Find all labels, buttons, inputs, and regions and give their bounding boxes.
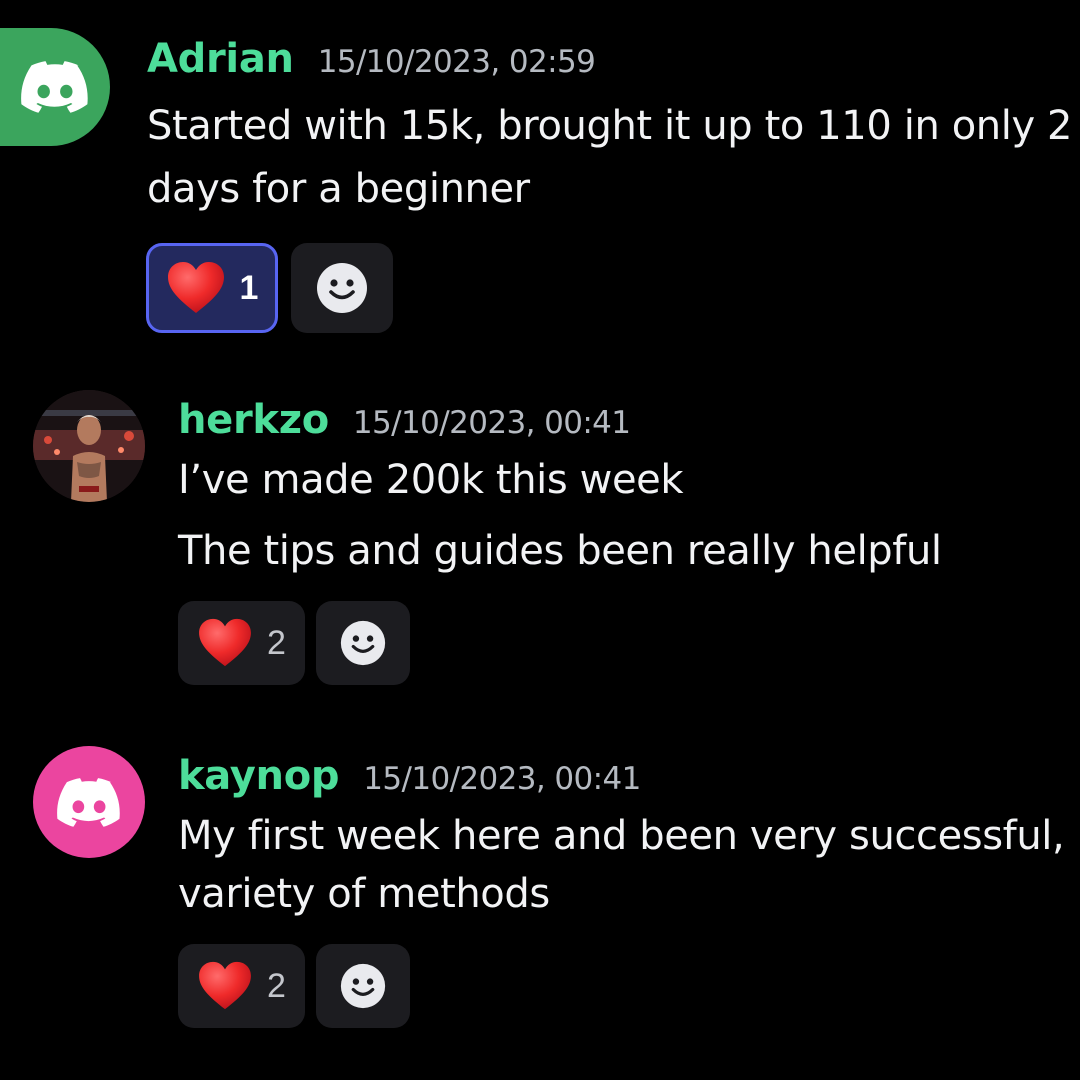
reaction-heart[interactable]: 2 bbox=[178, 601, 305, 685]
username[interactable]: kaynop bbox=[178, 753, 340, 799]
reaction-count: 2 bbox=[267, 623, 286, 662]
discord-logo-icon bbox=[57, 777, 120, 827]
message-text-line: My first week here and been very success… bbox=[178, 813, 1065, 859]
smiley-add-reaction-icon bbox=[340, 963, 386, 1009]
username[interactable]: Adrian bbox=[147, 36, 294, 82]
reaction-count: 1 bbox=[239, 268, 259, 307]
timestamp: 15/10/2023, 00:41 bbox=[352, 405, 631, 441]
message-header: herkzo 15/10/2023, 00:41 bbox=[178, 397, 631, 443]
add-reaction-button[interactable] bbox=[316, 601, 410, 685]
add-reaction-button[interactable] bbox=[291, 243, 393, 333]
message-text-line: I’ve made 200k this week bbox=[178, 457, 684, 503]
profile-photo-icon bbox=[33, 390, 145, 502]
message-text-line: variety of methods bbox=[178, 871, 550, 917]
heart-emoji bbox=[199, 961, 251, 1010]
timestamp: 15/10/2023, 02:59 bbox=[317, 44, 596, 80]
timestamp: 15/10/2023, 00:41 bbox=[363, 761, 641, 797]
message-text-line: Started with 15k, brought it up to 110 i… bbox=[147, 103, 1073, 149]
avatar-adrian[interactable] bbox=[0, 28, 110, 146]
smiley-add-reaction-icon bbox=[317, 263, 367, 313]
avatar-herkzo[interactable] bbox=[33, 390, 145, 502]
username[interactable]: herkzo bbox=[178, 397, 329, 443]
discord-logo-icon bbox=[21, 61, 88, 113]
message-text-line: The tips and guides been really helpful bbox=[178, 528, 942, 574]
reaction-count: 2 bbox=[267, 966, 286, 1005]
message-header: Adrian 15/10/2023, 02:59 bbox=[147, 36, 596, 82]
heart-emoji bbox=[199, 618, 251, 667]
add-reaction-button[interactable] bbox=[316, 944, 410, 1028]
smiley-add-reaction-icon bbox=[340, 620, 386, 666]
reaction-heart[interactable]: 2 bbox=[178, 944, 305, 1028]
avatar-kaynop[interactable] bbox=[33, 746, 145, 858]
heart-emoji bbox=[167, 262, 224, 313]
reaction-heart[interactable]: 1 bbox=[146, 243, 278, 333]
message-header: kaynop 15/10/2023, 00:41 bbox=[178, 753, 641, 799]
message-text-line: days for a beginner bbox=[147, 166, 530, 212]
